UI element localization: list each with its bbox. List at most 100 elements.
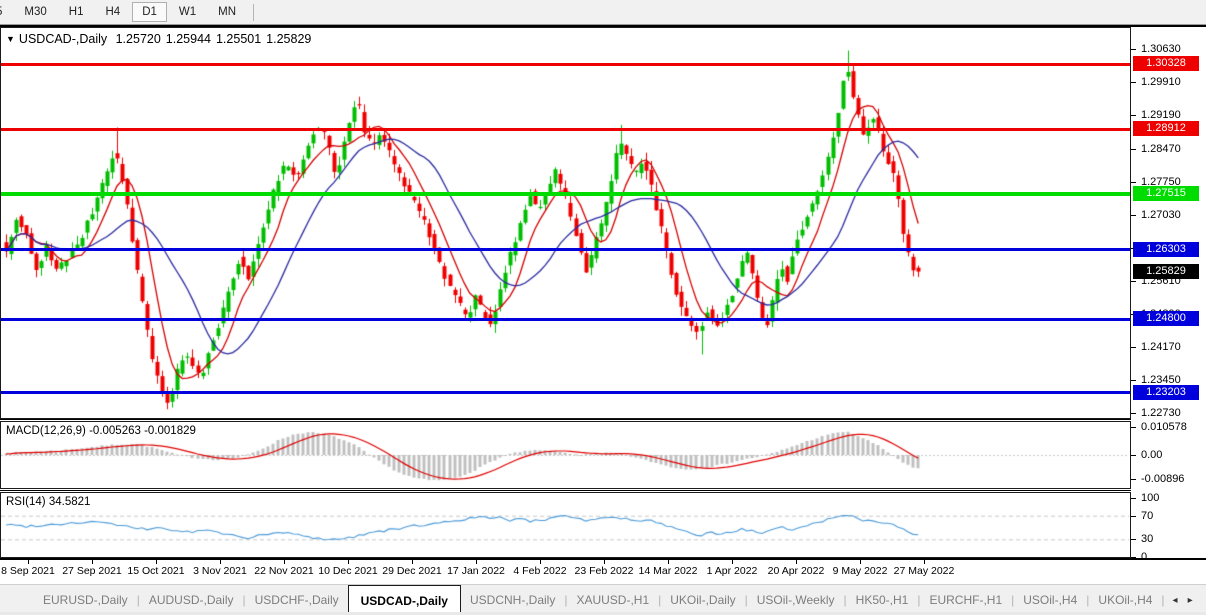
macd-panel[interactable]: MACD(12,26,9) -0.005263 -0.001829: [0, 421, 1131, 489]
date-label: 20 Apr 2022: [768, 565, 825, 577]
price-tick-label: 1.22730: [1141, 407, 1181, 419]
tab-ukoil[interactable]: UKOil-,H4: [1089, 585, 1161, 615]
date-label: 27 May 2022: [894, 565, 955, 577]
macd-tick-mark: [1131, 479, 1136, 480]
chart-region: ▼USDCAD-,Daily 1.257201.259441.255011.25…: [0, 25, 1206, 560]
price-level-badge: 1.28912: [1133, 121, 1199, 136]
tab-usdchf[interactable]: USDCHF-,Daily: [246, 585, 348, 615]
rsi-tick-label: 30: [1141, 533, 1153, 545]
ohlc-close: 1.25829: [266, 32, 311, 46]
tab-ukoil[interactable]: UKOil-,Daily: [661, 585, 744, 615]
tab-eurusd[interactable]: EURUSD-,Daily: [34, 585, 137, 615]
date-label: 4 Feb 2022: [513, 565, 566, 577]
timeframe-button-h4[interactable]: H4: [95, 2, 130, 22]
tab-usoil[interactable]: USOil-,Weekly: [748, 585, 844, 615]
date-axis: 8 Sep 2021 27 Sep 2021 15 Oct 2021 3 Nov 20…: [0, 560, 1206, 584]
price-level-badge: 1.30328: [1133, 56, 1199, 71]
date-tick-mark: [924, 560, 925, 564]
date-tick-mark: [796, 560, 797, 564]
panel-separator[interactable]: [0, 419, 1206, 420]
rsi-label: RSI(14): [6, 496, 46, 508]
tab-usdcnh[interactable]: USDCNH-,Daily: [461, 585, 564, 615]
date-label: 27 Sep 2021: [62, 565, 122, 577]
symbol-tabbar: EURUSD-,Daily|AUDUSD-,Daily|USDCHF-,Dail…: [0, 584, 1206, 615]
tab-eurchf[interactable]: EURCHF-,H1: [920, 585, 1011, 615]
date-tick-mark: [412, 560, 413, 564]
timeframe-button-w1[interactable]: W1: [169, 2, 206, 22]
price-tick-mark: [1131, 82, 1136, 83]
timeframe-button-mn[interactable]: MN: [208, 2, 246, 22]
mt4-window: { "toolbar": { "items": ["5", "M30", "H1…: [0, 0, 1206, 615]
macd-value: -0.005263: [89, 425, 141, 437]
rsi-tick-mark: [1131, 516, 1136, 517]
price-level-badge: 1.27515: [1133, 186, 1199, 201]
macd-signal-value: -0.001829: [144, 425, 196, 437]
macd-tick-label: -0.00896: [1141, 473, 1184, 485]
timeframe-button-h1[interactable]: H1: [59, 2, 94, 22]
macd-tick-mark: [1131, 427, 1136, 428]
candlestick-canvas[interactable]: [1, 28, 1129, 417]
tab-scroll-arrows: ◂▸: [1173, 585, 1193, 615]
price-level-line[interactable]: [1, 248, 1130, 251]
date-tick-mark: [220, 560, 221, 564]
date-label: 3 Nov 2021: [193, 565, 247, 577]
tab-xauusd[interactable]: XAUUSD-,H1: [567, 585, 658, 615]
price-tick-label: 1.27030: [1141, 209, 1181, 221]
current-price-badge: 1.25829: [1133, 264, 1199, 279]
price-tick-mark: [1131, 281, 1136, 282]
ohlc-high: 1.25944: [166, 32, 211, 46]
price-level-line[interactable]: [1, 63, 1130, 66]
date-label: 9 May 2022: [833, 565, 888, 577]
tab-audusd[interactable]: AUDUSD-,Daily: [140, 585, 243, 615]
price-level-line[interactable]: [1, 318, 1130, 321]
tab-scroll-left-icon[interactable]: ◂: [1173, 595, 1178, 606]
timeframe-button-5[interactable]: 5: [0, 2, 12, 22]
rsi-canvas[interactable]: [1, 493, 1129, 557]
price-level-line[interactable]: [1, 128, 1130, 131]
chart-title: ▼USDCAD-,Daily 1.257201.259441.255011.25…: [6, 32, 311, 46]
timeframe-button-m30[interactable]: M30: [14, 2, 56, 22]
panel-separator[interactable]: [0, 490, 1206, 491]
date-tick-mark: [156, 560, 157, 564]
rsi-value: 34.5821: [49, 496, 91, 508]
date-tick-mark: [28, 560, 29, 564]
macd-title: MACD(12,26,9) -0.005263 -0.001829: [6, 425, 196, 437]
price-tick-mark: [1131, 182, 1136, 183]
date-tick-mark: [732, 560, 733, 564]
price-level-line[interactable]: [1, 391, 1130, 394]
toolbar-divider: [253, 4, 254, 21]
price-tick-label: 1.29190: [1141, 109, 1181, 121]
rsi-tick-mark: [1131, 539, 1136, 540]
price-tick-label: 1.29910: [1141, 76, 1181, 88]
date-label: 8 Sep 2021: [1, 565, 55, 577]
tab-hk50[interactable]: HK50-,H1: [847, 585, 918, 615]
price-tick-mark: [1131, 380, 1136, 381]
date-tick-mark: [540, 560, 541, 564]
timeframe-button-d1[interactable]: D1: [132, 2, 167, 22]
date-tick-mark: [92, 560, 93, 564]
price-level-badge: 1.23203: [1133, 385, 1199, 400]
macd-label: MACD(12,26,9): [6, 425, 86, 437]
date-label: 15 Oct 2021: [127, 565, 184, 577]
macd-tick-label: 0.010578: [1141, 421, 1187, 433]
rsi-panel[interactable]: RSI(14) 34.5821: [0, 492, 1131, 558]
price-tick-label: 1.30630: [1141, 43, 1181, 55]
timeframe-toolbar: 5M30H1H4D1W1MN: [0, 0, 1206, 25]
price-chart-panel[interactable]: ▼USDCAD-,Daily 1.257201.259441.255011.25…: [0, 27, 1131, 419]
tab-scroll-right-icon[interactable]: ▸: [1188, 595, 1193, 606]
tab-usdcad[interactable]: USDCAD-,Daily: [348, 585, 461, 615]
price-axis: 1.306301.299101.291901.284701.277501.270…: [1131, 27, 1206, 558]
price-level-badge: 1.26303: [1133, 242, 1199, 257]
price-tick-mark: [1131, 413, 1136, 414]
rsi-tick-label: 100: [1141, 492, 1159, 504]
date-label: 29 Dec 2021: [382, 565, 442, 577]
macd-tick-label: 0.00: [1141, 449, 1162, 461]
price-level-line[interactable]: [1, 192, 1130, 196]
tab-usoil[interactable]: USOil-,H4: [1014, 585, 1086, 615]
date-label: 17 Jan 2022: [447, 565, 505, 577]
date-label: 22 Nov 2021: [254, 565, 314, 577]
rsi-tick-mark: [1131, 498, 1136, 499]
chevron-down-icon[interactable]: ▼: [6, 34, 15, 44]
date-tick-mark: [668, 560, 669, 564]
date-tick-mark: [860, 560, 861, 564]
